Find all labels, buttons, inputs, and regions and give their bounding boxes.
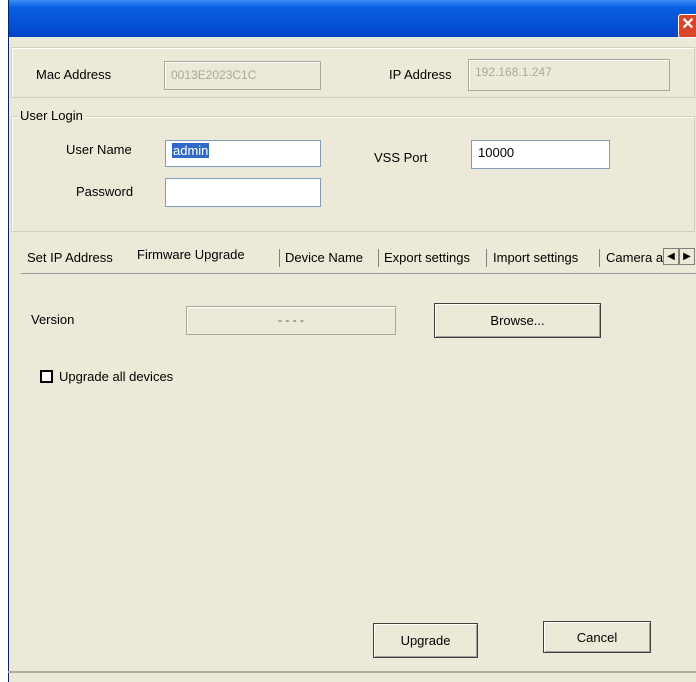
username-input[interactable]: admin (165, 140, 321, 167)
cancel-button[interactable]: Cancel (543, 621, 651, 653)
tab-firmware-upgrade[interactable]: Firmware Upgrade (137, 244, 245, 266)
bottom-divider (8, 671, 696, 673)
upgrade-all-checkbox[interactable] (40, 370, 53, 383)
username-value: admin (172, 143, 210, 158)
version-label: Version (31, 312, 75, 327)
vss-port-label: VSS Port (374, 150, 428, 165)
password-input[interactable] (165, 178, 321, 207)
title-bar: ✕ (9, 0, 696, 38)
upgrade-all-label[interactable]: Upgrade all devices (59, 369, 173, 384)
password-label: Password (76, 184, 134, 199)
tab-separator (279, 249, 280, 267)
tab-export-settings[interactable]: Export settings (384, 247, 470, 269)
tab-camera[interactable]: Camera a (606, 247, 663, 269)
tab-strip: Set IP Address Firmware Upgrade Device N… (21, 243, 696, 274)
tab-separator (378, 249, 379, 267)
vss-port-input[interactable]: 10000 (471, 140, 610, 169)
mac-address-label: Mac Address (36, 67, 112, 82)
tab-device-name[interactable]: Device Name (285, 247, 363, 269)
tab-separator (486, 249, 487, 267)
user-login-group (11, 116, 695, 232)
tab-scroll-left-icon[interactable]: ◀ (663, 248, 679, 265)
mac-address-field: 0013E2023C1C (164, 61, 321, 90)
username-label: User Name (66, 142, 132, 157)
version-field: - - - - (186, 306, 396, 335)
tab-separator (599, 249, 600, 267)
tab-scroll-right-icon[interactable]: ▶ (679, 248, 695, 265)
tab-import-settings[interactable]: Import settings (493, 247, 578, 269)
ip-address-label: IP Address (389, 67, 452, 82)
ip-address-field: 192.168.1.247 (468, 59, 670, 91)
user-login-title: User Login (18, 108, 85, 123)
dialog-window: ✕ Mac Address 0013E2023C1C IP Address 19… (8, 0, 696, 682)
tab-scroll-arrows: ◀ ▶ (663, 248, 696, 265)
upgrade-button[interactable]: Upgrade (373, 623, 478, 658)
tab-set-ip-address[interactable]: Set IP Address (27, 247, 113, 269)
browse-button[interactable]: Browse... (434, 303, 601, 338)
close-icon[interactable]: ✕ (678, 14, 696, 38)
